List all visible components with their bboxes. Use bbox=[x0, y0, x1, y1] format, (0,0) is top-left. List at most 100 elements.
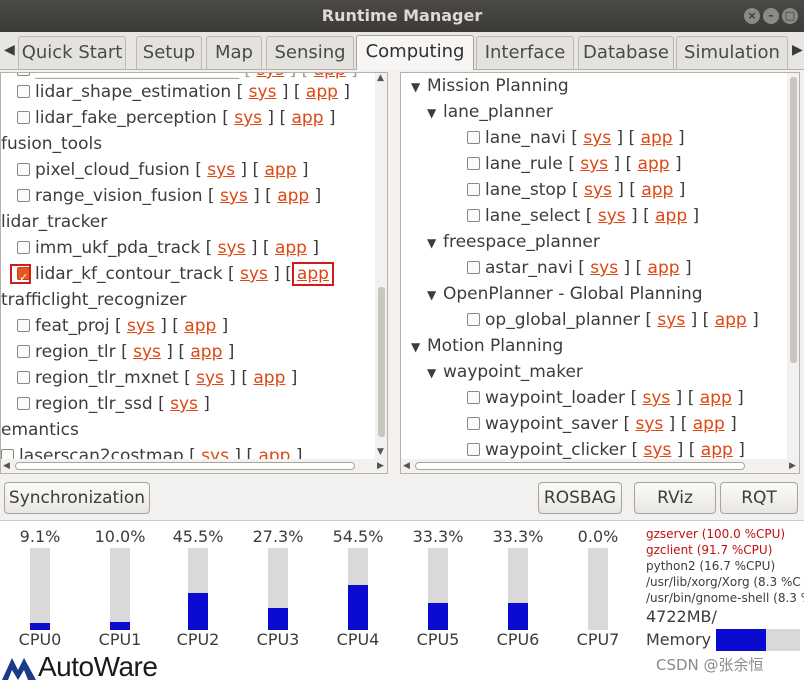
left-vertical-scrollbar[interactable]: ▲ ▼ bbox=[375, 73, 387, 459]
checkbox[interactable] bbox=[17, 397, 30, 410]
right-horizontal-scrollbar[interactable]: ◀ ▶ bbox=[401, 459, 799, 473]
tree-group[interactable]: ▼ waypoint_maker bbox=[427, 359, 583, 385]
sys-link[interactable]: sys bbox=[249, 82, 277, 102]
scroll-thumb[interactable] bbox=[15, 462, 355, 470]
checkbox[interactable] bbox=[467, 131, 480, 144]
synchronization-button[interactable]: Synchronization bbox=[4, 482, 150, 514]
tree-group[interactable]: emantics bbox=[1, 417, 79, 443]
tab-scroll-right-icon[interactable]: ▶ bbox=[792, 42, 803, 58]
checkbox[interactable] bbox=[17, 319, 30, 332]
app-link[interactable]: app bbox=[184, 316, 216, 336]
rosbag-button[interactable]: ROSBAG bbox=[538, 482, 622, 514]
maximize-window-button[interactable]: □ bbox=[782, 8, 798, 24]
sys-link[interactable]: sys bbox=[635, 414, 663, 434]
checkbox[interactable] bbox=[467, 157, 480, 170]
sys-link[interactable]: sys bbox=[218, 238, 246, 258]
checkbox[interactable] bbox=[467, 261, 480, 274]
right-vertical-scrollbar[interactable] bbox=[787, 73, 799, 459]
tab-database[interactable]: Database bbox=[578, 36, 674, 69]
tree-group[interactable]: trafficlight_recognizer bbox=[1, 287, 187, 313]
app-link[interactable]: app bbox=[648, 258, 680, 278]
scroll-thumb[interactable] bbox=[790, 77, 797, 363]
tree-group[interactable]: ▼ lane_planner bbox=[427, 99, 553, 125]
tab-simulation[interactable]: Simulation bbox=[676, 36, 788, 69]
tab-scroll-left-icon[interactable]: ◀ bbox=[4, 42, 15, 58]
rqt-button[interactable]: RQT bbox=[720, 482, 798, 514]
checkbox[interactable] bbox=[17, 371, 30, 384]
sys-link[interactable]: sys bbox=[583, 128, 611, 148]
scroll-right-icon[interactable]: ▶ bbox=[377, 461, 384, 471]
sys-link[interactable]: sys bbox=[234, 108, 262, 128]
tab-map[interactable]: Map bbox=[206, 36, 262, 69]
checkbox[interactable] bbox=[467, 417, 480, 430]
scroll-thumb[interactable] bbox=[415, 462, 745, 470]
sys-link[interactable]: sys bbox=[133, 342, 161, 362]
tab-quick-start[interactable]: Quick Start bbox=[18, 36, 126, 69]
close-window-button[interactable]: × bbox=[744, 8, 760, 24]
scroll-thumb[interactable] bbox=[378, 287, 385, 437]
sys-link[interactable]: sys bbox=[240, 264, 268, 284]
tree-group[interactable]: ▼ Mission Planning bbox=[411, 73, 569, 99]
rviz-button[interactable]: RViz bbox=[634, 482, 716, 514]
checkbox[interactable] bbox=[467, 443, 480, 456]
app-link[interactable]: app bbox=[253, 368, 285, 388]
checkbox[interactable] bbox=[17, 163, 30, 176]
sys-link[interactable]: sys bbox=[644, 440, 672, 460]
checkbox[interactable] bbox=[17, 85, 30, 98]
app-link[interactable]: app bbox=[641, 180, 673, 200]
sys-link[interactable]: sys bbox=[220, 186, 248, 206]
app-link[interactable]: app bbox=[641, 128, 673, 148]
app-link[interactable]: app bbox=[190, 342, 222, 362]
node-label: waypoint_saver bbox=[485, 414, 619, 434]
tree-group[interactable]: ▼ OpenPlanner - Global Planning bbox=[427, 281, 703, 307]
tree-group[interactable]: fusion_tools bbox=[1, 131, 102, 157]
sys-link[interactable]: sys bbox=[584, 180, 612, 200]
left-horizontal-scrollbar[interactable]: ◀ ▶ bbox=[1, 459, 387, 473]
app-link[interactable]: app bbox=[292, 108, 324, 128]
sys-link[interactable]: sys bbox=[657, 310, 685, 330]
app-link[interactable]: app bbox=[265, 160, 297, 180]
scroll-right-icon[interactable]: ▶ bbox=[789, 461, 796, 471]
app-link[interactable]: app bbox=[277, 186, 309, 206]
tab-computing[interactable]: Computing bbox=[356, 35, 474, 70]
sys-link[interactable]: sys bbox=[170, 394, 198, 414]
app-link[interactable]: app bbox=[700, 388, 732, 408]
checkbox[interactable] bbox=[17, 189, 30, 202]
tree-group[interactable]: ▼ freespace_planner bbox=[427, 229, 600, 255]
app-link[interactable]: app bbox=[693, 414, 725, 434]
left-tree-panel: ________________________ [ sys ] [ app ]… bbox=[0, 72, 388, 474]
scroll-left-icon[interactable]: ◀ bbox=[3, 461, 10, 471]
app-link[interactable]: app bbox=[655, 206, 687, 226]
app-link[interactable]: app bbox=[638, 154, 670, 174]
app-link[interactable]: app bbox=[701, 440, 733, 460]
checkbox[interactable] bbox=[17, 111, 30, 124]
scroll-down-icon[interactable]: ▼ bbox=[377, 447, 384, 457]
sys-link[interactable]: sys bbox=[196, 368, 224, 388]
sys-link[interactable]: sys bbox=[207, 160, 235, 180]
tree-group[interactable]: ▼ Motion Planning bbox=[411, 333, 563, 359]
scroll-left-icon[interactable]: ◀ bbox=[403, 461, 410, 471]
tab-setup[interactable]: Setup bbox=[136, 36, 202, 69]
checkbox[interactable] bbox=[17, 345, 30, 358]
sys-link[interactable]: sys bbox=[590, 258, 618, 278]
tree-group[interactable]: lidar_tracker bbox=[1, 209, 107, 235]
app-link-highlighted[interactable]: app bbox=[297, 264, 329, 284]
sys-link[interactable]: sys bbox=[127, 316, 155, 336]
app-link[interactable]: app bbox=[275, 238, 307, 258]
minimize-window-button[interactable]: – bbox=[763, 8, 779, 24]
memory-label: Memory bbox=[646, 630, 712, 649]
checkbox[interactable] bbox=[17, 241, 30, 254]
cpu-percent: 33.3% bbox=[492, 527, 544, 546]
app-link[interactable]: app bbox=[306, 82, 338, 102]
checkbox[interactable] bbox=[467, 313, 480, 326]
sys-link[interactable]: sys bbox=[580, 154, 608, 174]
tab-interface[interactable]: Interface bbox=[476, 36, 574, 69]
tab-sensing[interactable]: Sensing bbox=[266, 36, 354, 69]
sys-link[interactable]: sys bbox=[642, 388, 670, 408]
checkbox[interactable] bbox=[467, 209, 480, 222]
app-link[interactable]: app bbox=[715, 310, 747, 330]
scroll-up-icon[interactable]: ▲ bbox=[377, 73, 384, 83]
sys-link[interactable]: sys bbox=[598, 206, 626, 226]
checkbox[interactable] bbox=[467, 391, 480, 404]
checkbox[interactable] bbox=[467, 183, 480, 196]
